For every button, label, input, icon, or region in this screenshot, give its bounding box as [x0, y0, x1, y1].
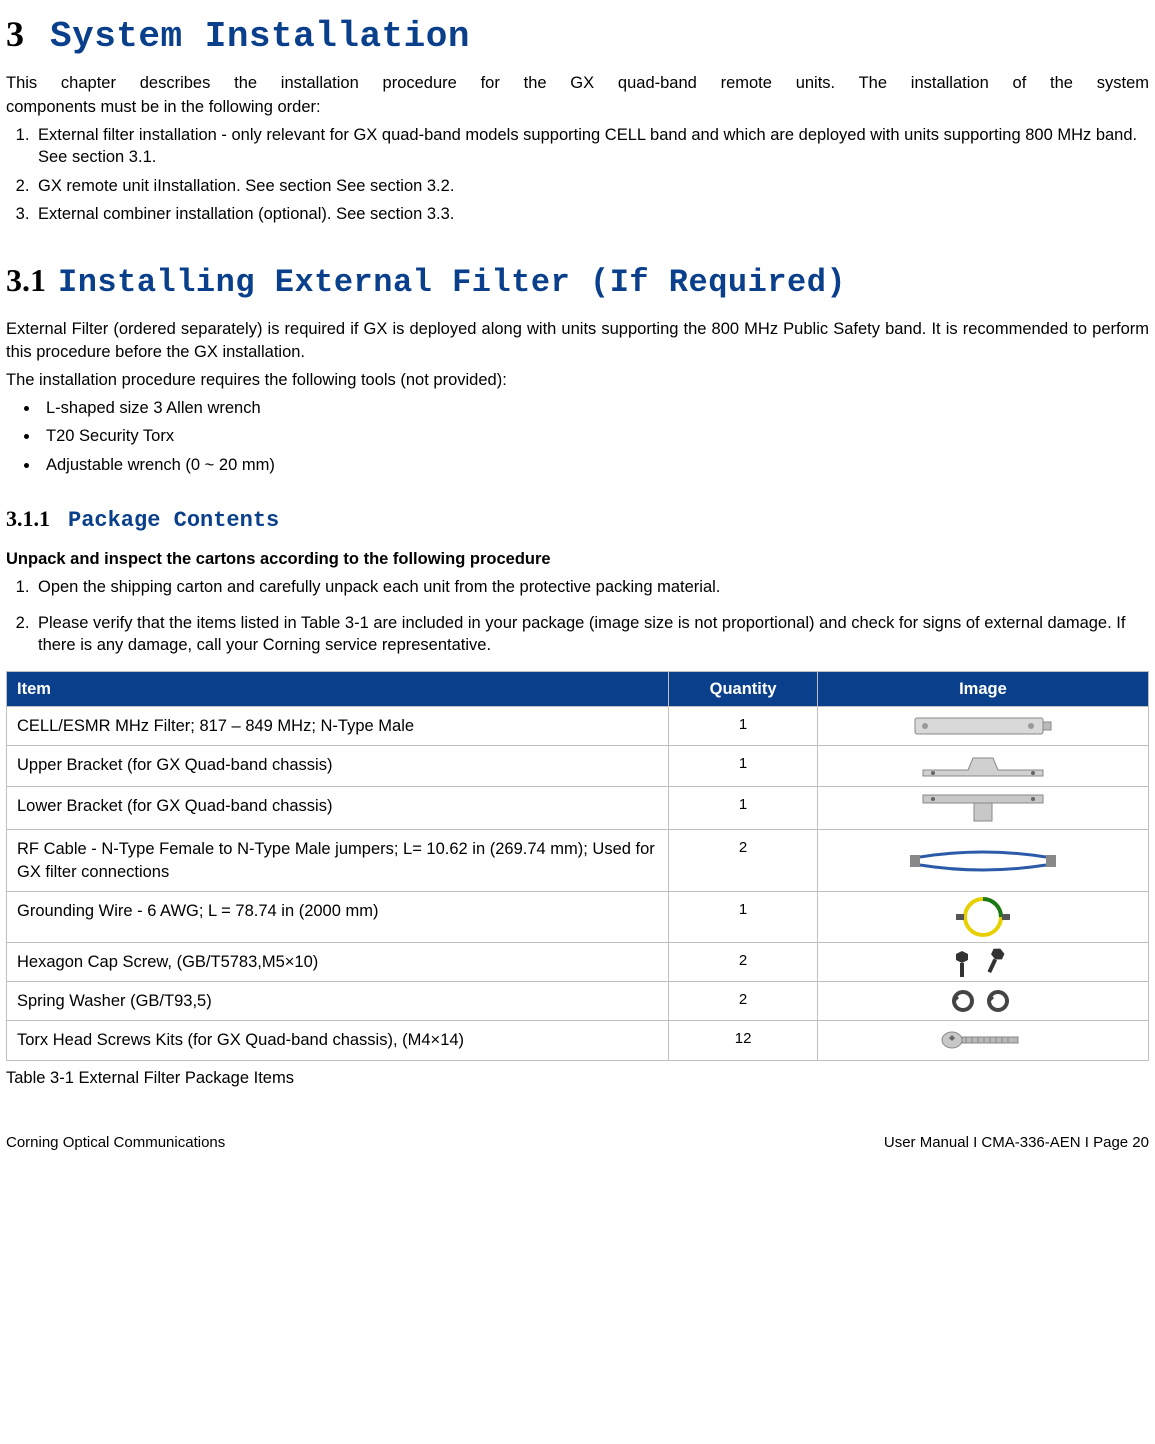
list-item: External filter installation - only rele… [34, 124, 1149, 169]
item-cell: Upper Bracket (for GX Quad-band chassis) [7, 746, 669, 787]
filter-box-icon [913, 712, 1053, 740]
spring-washer-icon [943, 988, 1023, 1014]
image-cell [817, 706, 1148, 745]
package-steps-list: Open the shipping carton and carefully u… [6, 576, 1149, 657]
image-cell [817, 942, 1148, 981]
item-cell: Torx Head Screws Kits (for GX Quad-band … [7, 1021, 669, 1060]
table-row: Hexagon Cap Screw, (GB/T5783,M5×10)2 [7, 942, 1149, 981]
heading-3-title: Package Contents [68, 506, 279, 536]
list-item: External combiner installation (optional… [34, 203, 1149, 225]
lower-bracket-icon [918, 791, 1048, 825]
heading-3: 3.1.1 Package Contents [6, 504, 1149, 536]
quantity-cell: 2 [669, 830, 817, 892]
table-row: Upper Bracket (for GX Quad-band chassis)… [7, 746, 1149, 787]
main-steps-list: External filter installation - only rele… [6, 124, 1149, 225]
heading-2-title: Installing External Filter (If Required) [58, 261, 846, 304]
quantity-cell: 12 [669, 1021, 817, 1060]
image-cell [817, 891, 1148, 942]
quantity-cell: 1 [669, 706, 817, 745]
intro-paragraph-line2: components must be in the following orde… [6, 96, 1149, 118]
heading-1-title: System Installation [50, 13, 470, 62]
footer-left: Corning Optical Communications [6, 1133, 225, 1153]
item-cell: Spring Washer (GB/T93,5) [7, 982, 669, 1021]
table-row: RF Cable - N-Type Female to N-Type Male … [7, 830, 1149, 892]
image-cell [817, 787, 1148, 830]
heading-2-number: 3.1 [6, 259, 46, 302]
item-cell: Hexagon Cap Screw, (GB/T5783,M5×10) [7, 942, 669, 981]
table-header-quantity: Quantity [669, 671, 817, 706]
item-cell: Lower Bracket (for GX Quad-band chassis) [7, 787, 669, 830]
table-caption: Table 3-1 External Filter Package Items [6, 1067, 1149, 1089]
table-header-image: Image [817, 671, 1148, 706]
quantity-cell: 2 [669, 982, 817, 1021]
image-cell [817, 982, 1148, 1021]
ground-wire-icon [938, 896, 1028, 938]
quantity-cell: 1 [669, 891, 817, 942]
quantity-cell: 1 [669, 746, 817, 787]
item-cell: Grounding Wire - 6 AWG; L = 78.74 in (20… [7, 891, 669, 942]
quantity-cell: 2 [669, 942, 817, 981]
table-row: CELL/ESMR MHz Filter; 817 – 849 MHz; N-T… [7, 706, 1149, 745]
image-cell [817, 830, 1148, 892]
heading-1-number: 3 [6, 10, 24, 59]
subsection-bold-line: Unpack and inspect the cartons according… [6, 548, 1149, 570]
section-paragraph: External Filter (ordered separately) is … [6, 318, 1149, 363]
table-row: Lower Bracket (for GX Quad-band chassis)… [7, 787, 1149, 830]
upper-bracket-icon [918, 750, 1048, 782]
image-cell [817, 1021, 1148, 1060]
item-cell: RF Cable - N-Type Female to N-Type Male … [7, 830, 669, 892]
list-item: L-shaped size 3 Allen wrench [40, 397, 1149, 419]
heading-1: 3 System Installation [6, 10, 1149, 62]
table-row: Torx Head Screws Kits (for GX Quad-band … [7, 1021, 1149, 1060]
table-header-row: Item Quantity Image [7, 671, 1149, 706]
package-table: Item Quantity Image CELL/ESMR MHz Filter… [6, 671, 1149, 1061]
tools-list: L-shaped size 3 Allen wrench T20 Securit… [6, 397, 1149, 476]
heading-3-number: 3.1.1 [6, 504, 50, 534]
heading-2: 3.1 Installing External Filter (If Requi… [6, 259, 1149, 304]
rf-cable-icon [908, 847, 1058, 875]
image-cell [817, 746, 1148, 787]
torx-screw-icon [938, 1028, 1028, 1052]
page-footer: Corning Optical Communications User Manu… [6, 1133, 1149, 1153]
list-item: T20 Security Torx [40, 425, 1149, 447]
table-row: Grounding Wire - 6 AWG; L = 78.74 in (20… [7, 891, 1149, 942]
list-item: GX remote unit iInstallation. See sectio… [34, 175, 1149, 197]
footer-right: User Manual I CMA-336-AEN I Page 20 [884, 1133, 1149, 1153]
list-item: Please verify that the items listed in T… [34, 612, 1149, 657]
list-item: Adjustable wrench (0 ~ 20 mm) [40, 454, 1149, 476]
table-header-item: Item [7, 671, 669, 706]
hex-screw-icon [948, 947, 1018, 977]
item-cell: CELL/ESMR MHz Filter; 817 – 849 MHz; N-T… [7, 706, 669, 745]
quantity-cell: 1 [669, 787, 817, 830]
intro-paragraph-line1: This chapter describes the installation … [6, 72, 1149, 94]
list-item: Open the shipping carton and carefully u… [34, 576, 1149, 598]
section-paragraph: The installation procedure requires the … [6, 369, 1149, 391]
table-row: Spring Washer (GB/T93,5)2 [7, 982, 1149, 1021]
